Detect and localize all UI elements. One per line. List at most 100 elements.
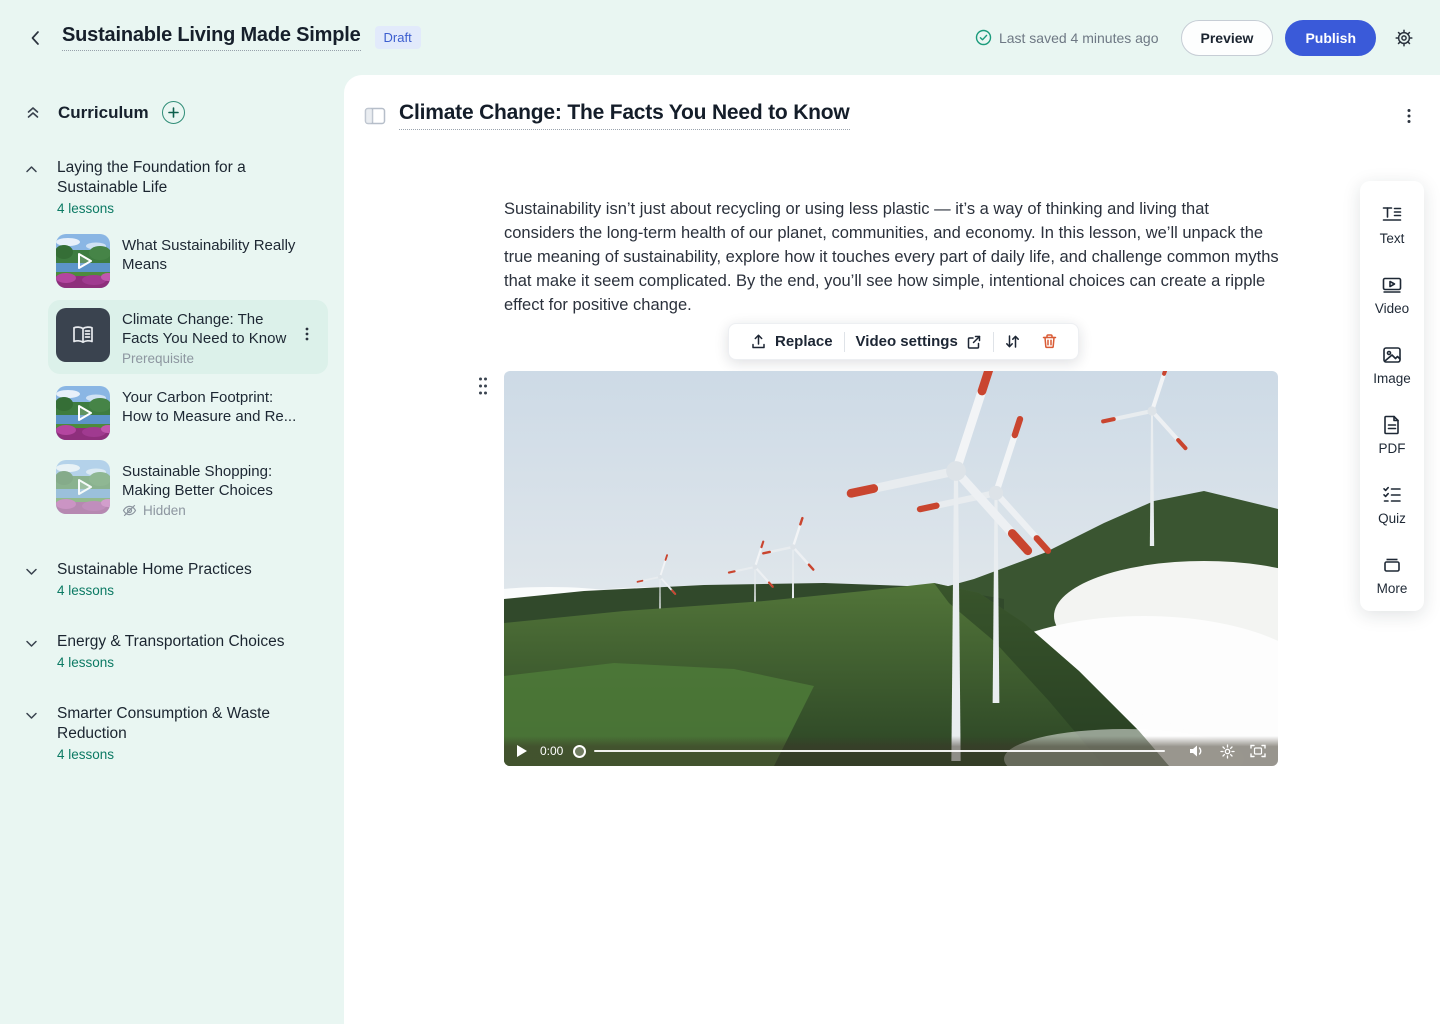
seek-knob[interactable]	[573, 745, 586, 758]
section-title: Smarter Consumption & Waste Reduction	[57, 704, 305, 744]
play-icon	[516, 744, 528, 758]
fullscreen-button[interactable]	[1250, 744, 1266, 758]
lesson-video-thumbnail	[56, 386, 110, 440]
section-lesson-count: 4 lessons	[57, 583, 252, 598]
curriculum-title: Curriculum	[58, 103, 149, 123]
publish-button[interactable]: Publish	[1285, 20, 1376, 56]
move-block-button[interactable]	[994, 324, 1031, 359]
section-header[interactable]: Energy & Transportation Choices 4 lesson…	[0, 632, 344, 670]
section-lesson-count: 4 lessons	[57, 655, 284, 670]
course-title[interactable]: Sustainable Living Made Simple	[62, 24, 361, 51]
lesson-video-thumbnail	[56, 234, 110, 288]
reorder-arrows-icon	[1004, 333, 1021, 350]
section-lesson-count: 4 lessons	[57, 201, 305, 216]
current-time: 0:00	[540, 744, 563, 758]
text-icon	[1381, 204, 1403, 226]
delete-block-button[interactable]	[1031, 324, 1068, 359]
quiz-icon	[1381, 484, 1403, 506]
insert-item-label: Quiz	[1378, 511, 1406, 526]
insert-text-button[interactable]: Text	[1380, 204, 1405, 246]
play-icon	[56, 234, 110, 288]
kebab-icon	[300, 326, 314, 342]
lesson-intro-paragraph[interactable]: Sustainability isn’t just about recyclin…	[504, 197, 1282, 317]
add-section-button[interactable]	[162, 101, 185, 124]
lesson-reading-thumbnail	[56, 308, 110, 362]
curriculum-section: Sustainable Home Practices 4 lessons	[0, 560, 344, 598]
kebab-icon	[1402, 107, 1416, 125]
hidden-label: Hidden	[143, 503, 186, 518]
section-lesson-count: 4 lessons	[57, 747, 305, 762]
chevron-down-icon	[24, 636, 40, 670]
insert-item-label: PDF	[1379, 441, 1406, 456]
image-icon	[1381, 344, 1403, 366]
check-circle-icon	[975, 29, 992, 46]
collapse-all-button[interactable]	[24, 104, 42, 122]
section-header[interactable]: Laying the Foundation for a Sustainable …	[0, 158, 344, 216]
insert-element-toolbar: Text Video Image PDF Quiz More	[1360, 181, 1424, 611]
eye-off-icon	[122, 503, 137, 518]
fullscreen-icon	[1250, 744, 1266, 758]
replace-button[interactable]: Replace	[739, 324, 844, 359]
lesson-item-hidden[interactable]: Sustainable Shopping: Making Better Choi…	[48, 452, 328, 526]
drag-dots-icon	[477, 376, 489, 396]
status-badge: Draft	[375, 26, 421, 49]
lesson-menu-button[interactable]	[300, 326, 314, 342]
player-settings-button[interactable]	[1220, 744, 1235, 759]
curriculum-section: Energy & Transportation Choices 4 lesson…	[0, 632, 344, 670]
lesson-item-selected[interactable]: Climate Change: The Facts You Need to Kn…	[48, 300, 328, 374]
section-title: Laying the Foundation for a Sustainable …	[57, 158, 305, 198]
video-block[interactable]: 0:00	[504, 371, 1278, 766]
insert-item-label: Text	[1380, 231, 1405, 246]
play-button[interactable]	[516, 744, 528, 758]
settings-button[interactable]	[1390, 24, 1418, 52]
lesson-item[interactable]: What Sustainability Really Means	[48, 226, 328, 296]
block-drag-handle[interactable]	[474, 375, 492, 397]
last-saved-text: Last saved 4 minutes ago	[999, 30, 1159, 46]
video-settings-label: Video settings	[856, 333, 958, 350]
video-control-bar: 0:00	[504, 736, 1278, 766]
video-frame	[504, 371, 1278, 766]
chevron-down-icon	[24, 564, 40, 598]
chevron-left-icon	[27, 29, 45, 47]
lesson-editor: Climate Change: The Facts You Need to Kn…	[344, 75, 1440, 1024]
seek-track[interactable]	[594, 750, 1165, 752]
back-button[interactable]	[22, 24, 50, 52]
gear-icon	[1393, 27, 1415, 49]
lesson-item[interactable]: Your Carbon Footprint: How to Measure an…	[48, 378, 328, 448]
insert-pdf-button[interactable]: PDF	[1379, 414, 1406, 456]
insert-quiz-button[interactable]: Quiz	[1378, 484, 1406, 526]
section-header[interactable]: Sustainable Home Practices 4 lessons	[0, 560, 344, 598]
insert-video-button[interactable]: Video	[1375, 274, 1409, 316]
insert-item-label: Image	[1373, 371, 1411, 386]
top-header: Sustainable Living Made Simple Draft Las…	[0, 0, 1440, 75]
trash-icon	[1041, 333, 1058, 350]
insert-more-button[interactable]: More	[1377, 554, 1408, 596]
insert-item-label: More	[1377, 581, 1408, 596]
preview-button[interactable]: Preview	[1181, 20, 1274, 56]
curriculum-section: Smarter Consumption & Waste Reduction 4 …	[0, 704, 344, 762]
curriculum-section: Laying the Foundation for a Sustainable …	[0, 158, 344, 526]
section-title: Sustainable Home Practices	[57, 560, 252, 580]
upload-icon	[750, 333, 767, 350]
more-icon	[1381, 554, 1403, 576]
video-icon	[1381, 274, 1403, 296]
lesson-options-button[interactable]	[1402, 107, 1416, 125]
section-header[interactable]: Smarter Consumption & Waste Reduction 4 …	[0, 704, 344, 762]
replace-label: Replace	[775, 333, 833, 350]
insert-image-button[interactable]: Image	[1373, 344, 1411, 386]
lesson-title: Your Carbon Footprint: How to Measure an…	[122, 388, 302, 426]
video-settings-button[interactable]: Video settings	[845, 324, 993, 359]
play-icon	[56, 460, 110, 514]
lesson-title: Climate Change: The Facts You Need to Kn…	[122, 310, 302, 348]
panel-toggle-icon	[364, 107, 386, 125]
double-chevron-up-icon	[25, 105, 41, 121]
insert-item-label: Video	[1375, 301, 1409, 316]
lesson-prerequisite-label: Prerequisite	[122, 351, 320, 366]
lesson-video-thumbnail	[56, 460, 110, 514]
lesson-page-title[interactable]: Climate Change: The Facts You Need to Kn…	[399, 101, 850, 130]
video-block-toolbar: Replace Video settings	[728, 323, 1079, 360]
external-link-icon	[966, 334, 982, 350]
panel-toggle-button[interactable]	[364, 107, 386, 125]
section-title: Energy & Transportation Choices	[57, 632, 284, 652]
volume-button[interactable]	[1189, 744, 1205, 758]
